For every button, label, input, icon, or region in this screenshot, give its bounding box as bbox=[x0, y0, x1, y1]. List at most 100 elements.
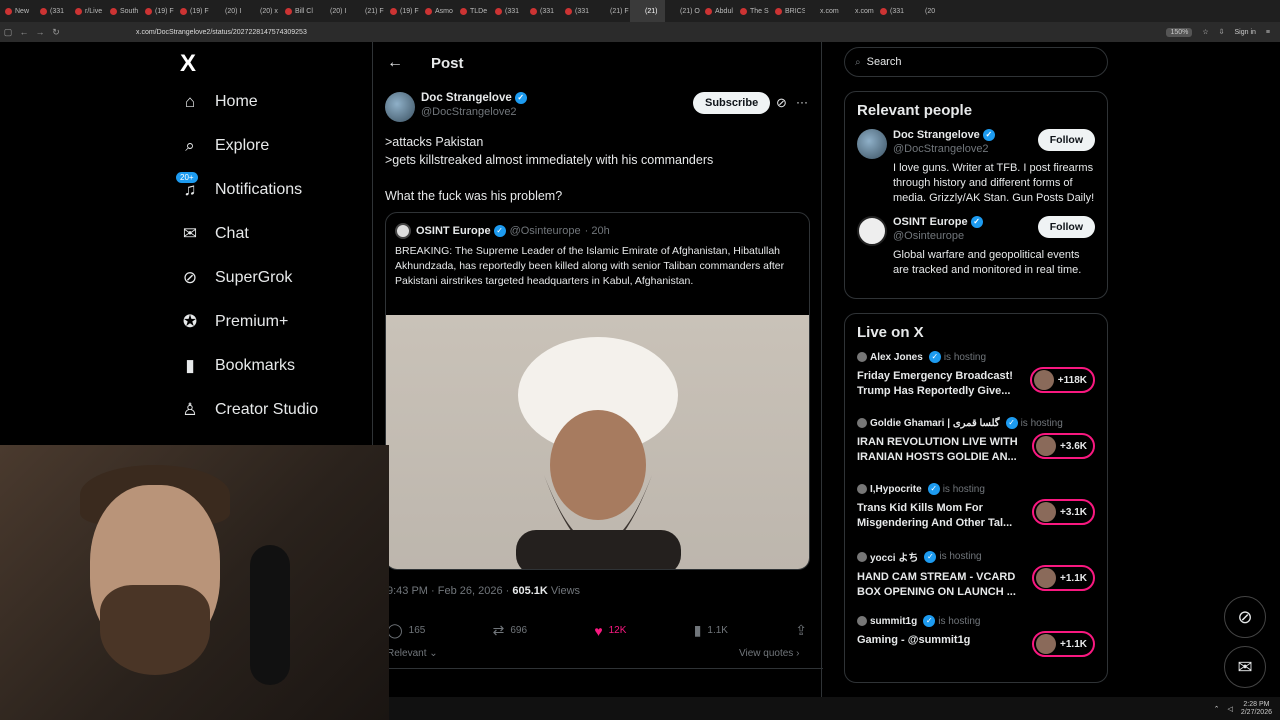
quoted-tweet[interactable]: OSINT Europe ✓ @Osinteurope · 20h BREAKI… bbox=[385, 212, 810, 570]
live-item[interactable]: summit1g ✓ is hosting Gaming - @summit1g +1.… bbox=[857, 615, 1095, 667]
more-icon[interactable]: ··· bbox=[796, 95, 808, 109]
browser-tab[interactable]: (331 bbox=[875, 0, 910, 22]
live-listeners-pill[interactable]: +3.1K bbox=[1032, 499, 1095, 526]
host-name[interactable]: summit1g bbox=[870, 616, 917, 627]
browser-tab[interactable]: r/Live bbox=[70, 0, 105, 22]
host-name[interactable]: I,Hypocrite bbox=[870, 484, 922, 495]
live-listeners-pill[interactable]: +3.6K bbox=[1032, 433, 1095, 460]
live-listeners-pill[interactable]: +118K bbox=[1029, 367, 1095, 394]
follow-button[interactable]: Follow bbox=[1037, 216, 1095, 239]
share-button[interactable]: ⇪ bbox=[795, 622, 807, 639]
person-name[interactable]: Doc Strangelove bbox=[893, 129, 980, 141]
nav-item-bookmarks[interactable]: ▮ Bookmarks bbox=[176, 344, 366, 388]
person-name[interactable]: OSINT Europe bbox=[893, 216, 968, 228]
star-icon[interactable]: ☆ bbox=[1202, 28, 1208, 36]
host-name[interactable]: yocci よち bbox=[870, 549, 918, 564]
follow-button[interactable]: Follow bbox=[1037, 129, 1095, 151]
live-item[interactable]: Alex Jones ✓ is hosting Friday Emergency Br… bbox=[857, 351, 1095, 403]
like-button[interactable]: ♥ 12K bbox=[594, 622, 626, 639]
person-card[interactable]: Doc Strangelove ✓ @DocStrangelove2 I love… bbox=[857, 129, 1095, 206]
browser-tab[interactable]: (20) I bbox=[210, 0, 245, 22]
x-logo[interactable]: X bbox=[180, 50, 366, 80]
sign-in-button[interactable]: Sign in bbox=[1235, 29, 1256, 36]
browser-tab[interactable]: (20 bbox=[910, 0, 945, 22]
bookmark-button[interactable]: ▮ 1.1K bbox=[694, 622, 728, 639]
live-listeners-pill[interactable]: +1.1K bbox=[1032, 631, 1095, 658]
author-name[interactable]: Doc Strangelove bbox=[421, 92, 512, 104]
subscribe-button[interactable]: Subscribe bbox=[693, 92, 771, 114]
browser-tab[interactable]: (20) I bbox=[315, 0, 350, 22]
browser-tab[interactable]: The S bbox=[735, 0, 770, 22]
reply-button[interactable]: ◯ 165 bbox=[387, 622, 425, 639]
nav-item-home[interactable]: ⌂ Home bbox=[176, 80, 366, 124]
browser-tab[interactable]: x.com bbox=[840, 0, 875, 22]
browser-tab[interactable]: (331 bbox=[490, 0, 525, 22]
tray-icon[interactable]: ⌃ bbox=[1214, 705, 1220, 713]
search-input[interactable]: ⌕ Search bbox=[844, 47, 1108, 77]
grok-icon[interactable]: ⊘ bbox=[776, 95, 787, 111]
nav-item-creator-studio[interactable]: ♙ Creator Studio bbox=[176, 388, 366, 432]
browser-tab[interactable]: TLDe bbox=[455, 0, 490, 22]
back-arrow-icon[interactable]: ← bbox=[387, 54, 403, 72]
browser-tab[interactable]: x.com bbox=[805, 0, 840, 22]
live-item[interactable]: I,Hypocrite ✓ is hosting Trans Kid Kills Mo… bbox=[857, 483, 1095, 535]
nav-item-supergrok[interactable]: ⊘ SuperGrok bbox=[176, 256, 366, 300]
browser-tab[interactable]: South bbox=[105, 0, 140, 22]
browser-tab[interactable]: (21) F bbox=[595, 0, 630, 22]
browser-tab[interactable]: (20) x bbox=[245, 0, 280, 22]
live-title[interactable]: Gaming - @summit1g bbox=[857, 633, 1022, 648]
live-title[interactable]: IRAN REVOLUTION LIVE WITH IRANIAN HOSTS … bbox=[857, 435, 1022, 465]
avatar[interactable] bbox=[857, 216, 887, 247]
browser-tab[interactable]: (331 bbox=[35, 0, 70, 22]
messages-fab-button[interactable]: ✉ bbox=[1224, 646, 1266, 688]
browser-tab[interactable]: (331 bbox=[525, 0, 560, 22]
nav-item-notifications[interactable]: ♫ Notifications 20+ bbox=[176, 168, 366, 212]
forward-icon[interactable]: → bbox=[32, 27, 48, 37]
browser-tab[interactable]: (19) F bbox=[385, 0, 420, 22]
back-icon[interactable]: ← bbox=[16, 27, 32, 37]
notifications-icon: ♫ bbox=[183, 180, 197, 199]
live-item[interactable]: Goldie Ghamari | گلسا قمری ✓ is hosting IRA… bbox=[857, 417, 1095, 469]
zoom-level[interactable]: 150% bbox=[1166, 27, 1193, 37]
browser-tab[interactable]: BRICS bbox=[770, 0, 805, 22]
host-name[interactable]: Alex Jones bbox=[870, 352, 923, 363]
host-name[interactable]: Goldie Ghamari | گلسا قمری bbox=[870, 418, 1000, 429]
avatar[interactable] bbox=[385, 92, 415, 122]
avatar[interactable] bbox=[857, 129, 887, 159]
quote-image[interactable] bbox=[386, 315, 809, 569]
browser-tab[interactable]: (331 bbox=[560, 0, 595, 22]
sort-relevant-dropdown[interactable]: Relevant ⌄ bbox=[387, 648, 438, 659]
browser-tab[interactable]: New bbox=[0, 0, 35, 22]
address-bar[interactable]: x.com/DocStrangelove2/status/20272281475… bbox=[136, 29, 307, 36]
browser-tab[interactable]: (19) F bbox=[140, 0, 175, 22]
browser-tab[interactable]: (19) F bbox=[175, 0, 210, 22]
nav-item-chat[interactable]: ✉ Chat bbox=[176, 212, 366, 256]
person-card[interactable]: OSINT Europe ✓ @Osinteurope Global warfar… bbox=[857, 216, 1095, 278]
author-handle[interactable]: @DocStrangelove2 bbox=[421, 106, 527, 118]
browser-tab[interactable]: (21) bbox=[630, 0, 665, 22]
live-listeners-pill[interactable]: +1.1K bbox=[1032, 565, 1095, 592]
live-title[interactable]: HAND CAM STREAM - VCARD BOX OPENING ON L… bbox=[857, 570, 1022, 600]
post-author[interactable]: Doc Strangelove ✓ @DocStrangelove2 bbox=[385, 92, 527, 122]
grok-fab-button[interactable]: ⊘ bbox=[1224, 596, 1266, 638]
nav-item-premium[interactable]: ✪ Premium+ bbox=[176, 300, 366, 344]
browser-tab[interactable]: (21) F bbox=[350, 0, 385, 22]
live-title[interactable]: Trans Kid Kills Mom For Misgendering And… bbox=[857, 501, 1022, 531]
browser-tab[interactable]: (21) O bbox=[665, 0, 700, 22]
clock[interactable]: 2:28 PM 2/27/2026 bbox=[1241, 701, 1272, 717]
repost-button[interactable]: ⇄ 696 bbox=[493, 622, 527, 639]
browser-tab[interactable]: Abdul bbox=[700, 0, 735, 22]
speaker-icon[interactable]: ◁ bbox=[1227, 705, 1232, 713]
download-icon[interactable]: ⇩ bbox=[1219, 28, 1225, 36]
browser-tab[interactable]: Asmo bbox=[420, 0, 455, 22]
browser-tab[interactable]: Bill Cl bbox=[280, 0, 315, 22]
menu-icon[interactable]: ≡ bbox=[1266, 29, 1270, 36]
timestamp[interactable]: 9:43 PM · Feb 26, 2026 · bbox=[387, 585, 509, 597]
reload-icon[interactable]: ↻ bbox=[48, 27, 64, 38]
live-item[interactable]: yocci よち ✓ is hosting HAND CAM STREAM - VCA… bbox=[857, 549, 1095, 601]
view-quotes-link[interactable]: View quotes › bbox=[739, 648, 799, 659]
live-title[interactable]: Friday Emergency Broadcast! Trump Has Re… bbox=[857, 369, 1022, 399]
sidebar-toggle-icon[interactable]: ▢ bbox=[0, 27, 16, 38]
tab-label: (331 bbox=[505, 7, 520, 15]
nav-item-explore[interactable]: ⌕ Explore bbox=[176, 124, 366, 168]
